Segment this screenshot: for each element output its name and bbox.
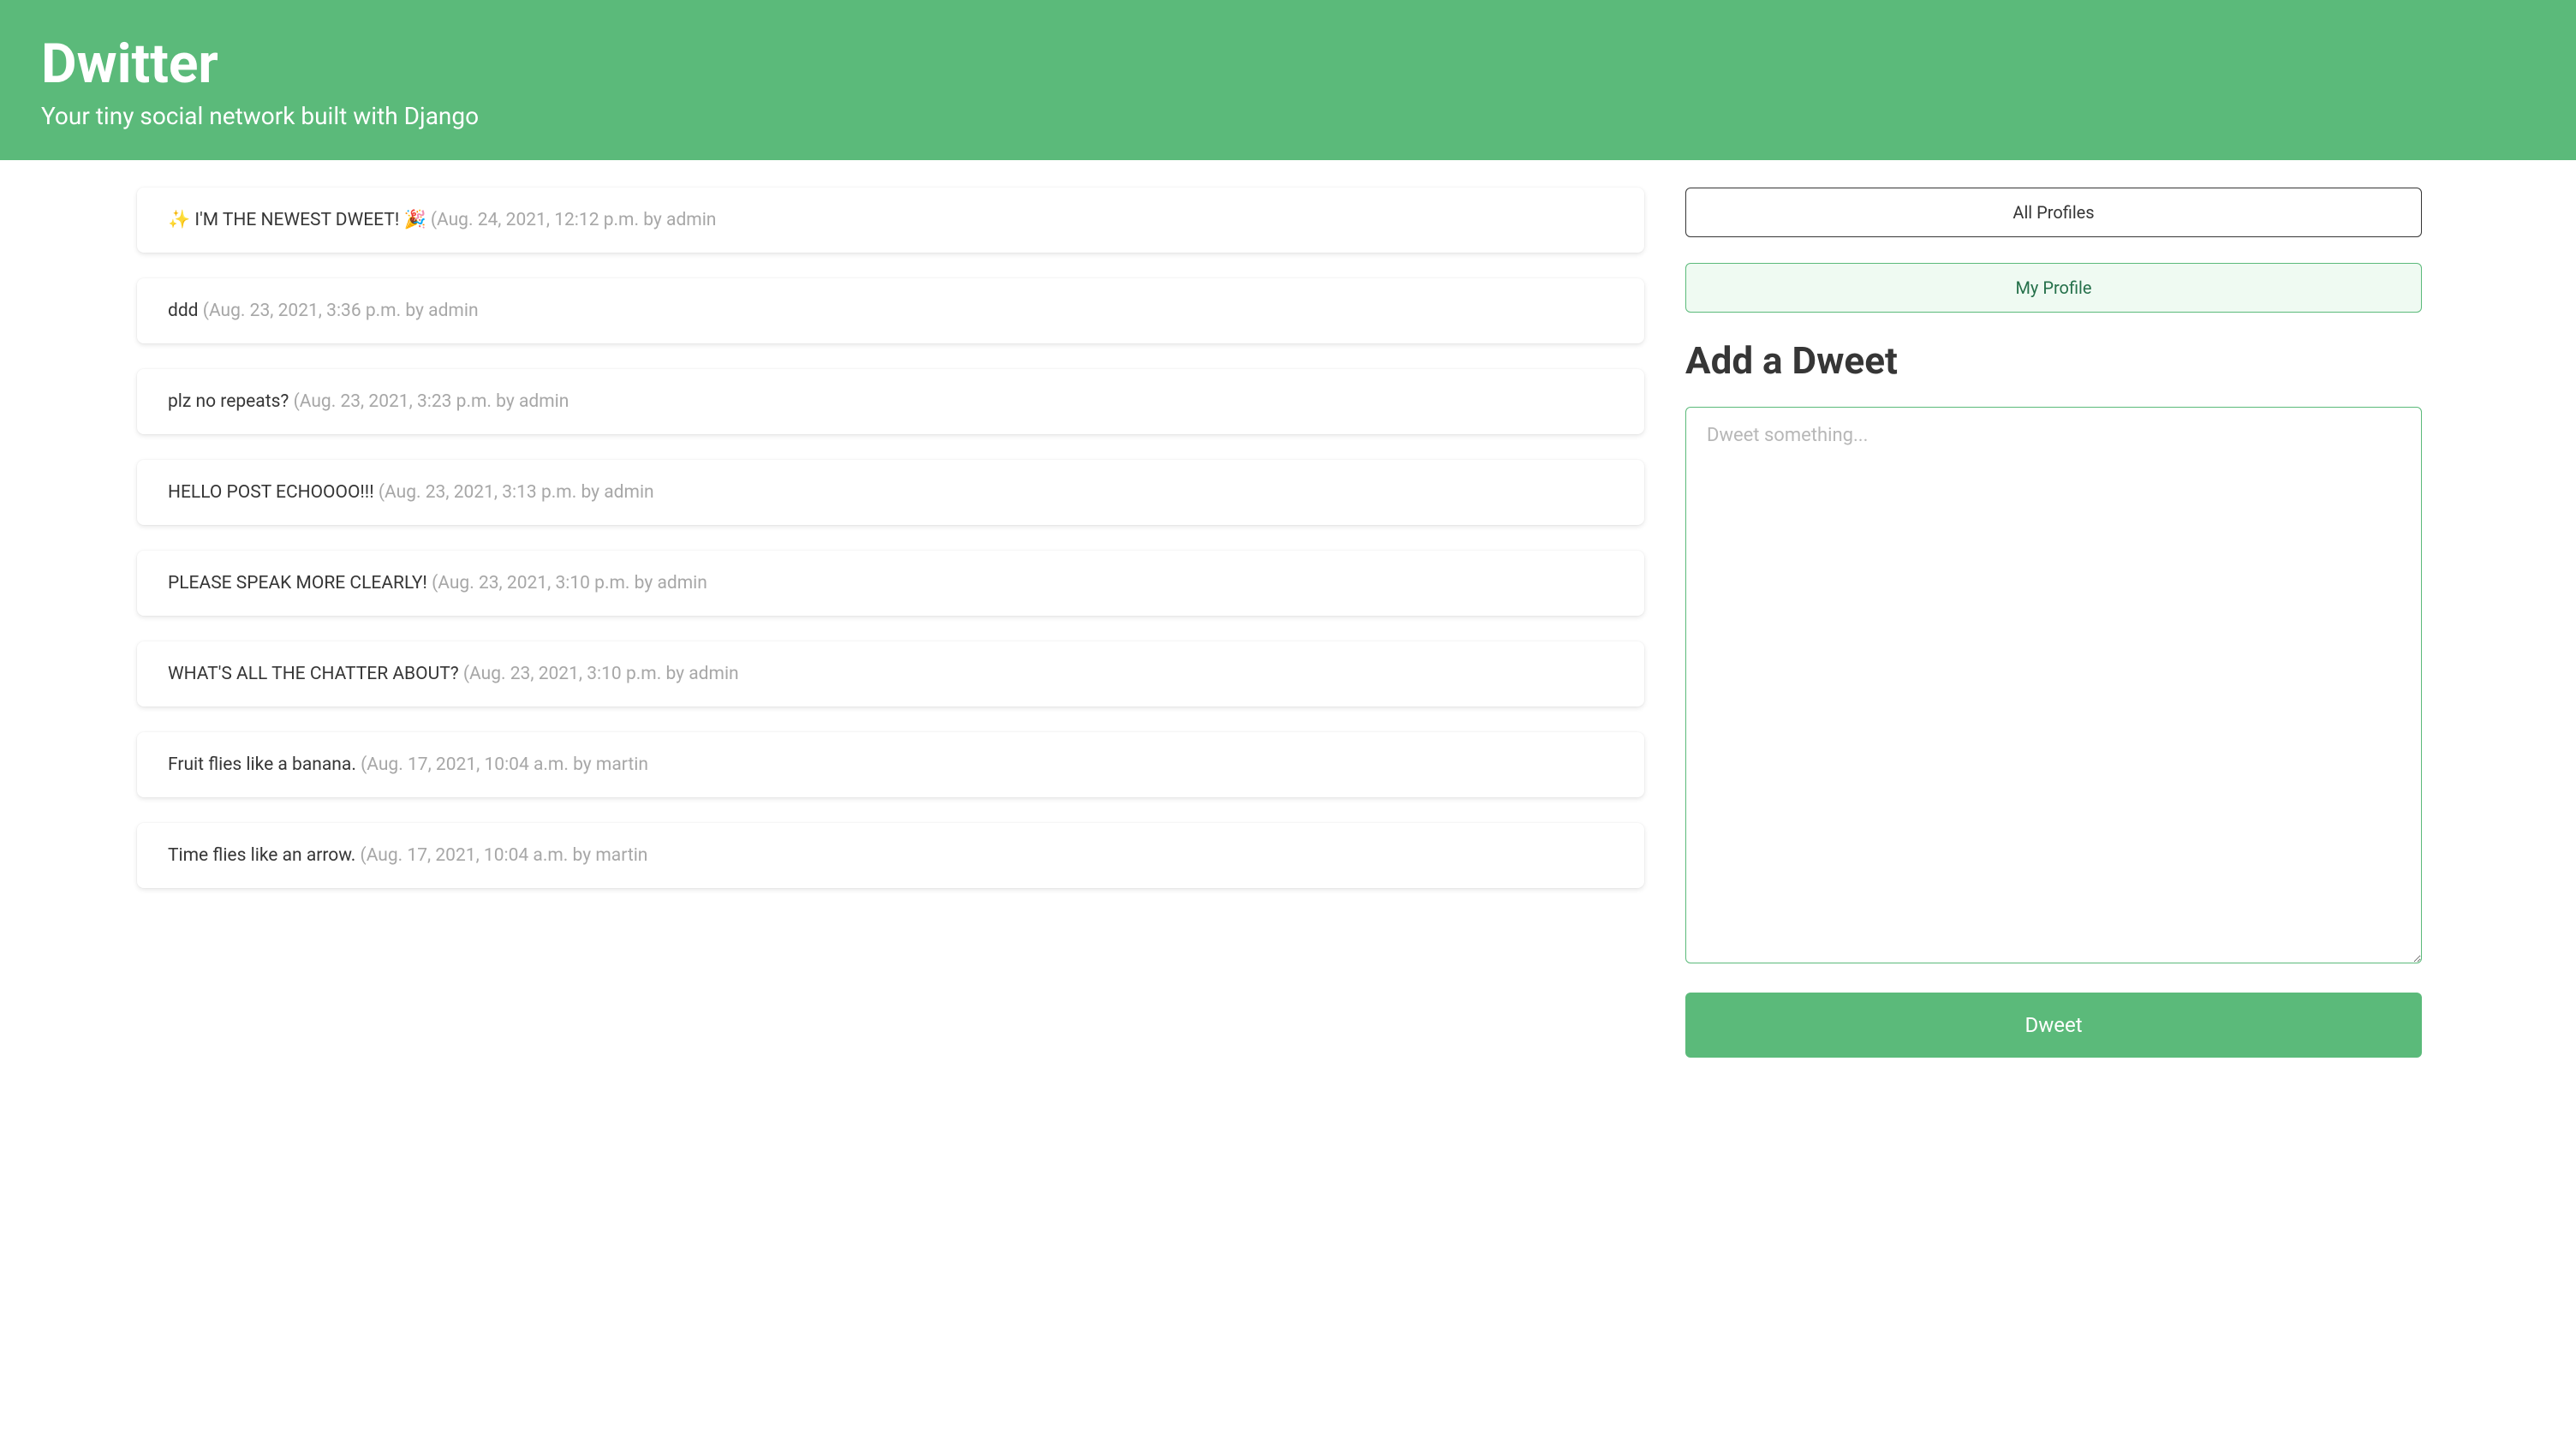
main-container: ✨ I'M THE NEWEST DWEET! 🎉 (Aug. 24, 2021… [0,160,2576,1085]
dweet-meta: (Aug. 17, 2021, 10:04 a.m. by martin [361,754,648,775]
dweet-card: plz no repeats? (Aug. 23, 2021, 3:23 p.m… [137,369,1644,434]
dweet-body: HELLO POST ECHOOOO!!! [168,482,379,503]
dweet-meta: (Aug. 17, 2021, 10:04 a.m. by martin [361,845,648,866]
dweet-card: HELLO POST ECHOOOO!!! (Aug. 23, 2021, 3:… [137,460,1644,525]
dweet-meta: (Aug. 23, 2021, 3:10 p.m. by admin [432,573,707,593]
dweet-body: ddd [168,301,203,321]
my-profile-button[interactable]: My Profile [1685,263,2422,313]
dweet-meta: (Aug. 23, 2021, 3:23 p.m. by admin [294,391,569,412]
dweet-card: ddd (Aug. 23, 2021, 3:36 p.m. by admin [137,278,1644,343]
dweet-body: Time flies like an arrow. [168,845,361,866]
dweet-card: PLEASE SPEAK MORE CLEARLY! (Aug. 23, 202… [137,551,1644,616]
dweet-feed: ✨ I'M THE NEWEST DWEET! 🎉 (Aug. 24, 2021… [137,188,1644,1058]
dweet-body: Fruit flies like a banana. [168,754,361,775]
dweet-meta: (Aug. 24, 2021, 12:12 p.m. by admin [431,210,717,230]
hero-banner: Dwitter Your tiny social network built w… [0,0,2576,160]
site-title: Dwitter [41,34,2535,94]
dweet-body: plz no repeats? [168,391,294,412]
site-subtitle: Your tiny social network built with Djan… [41,101,2535,132]
dweet-body: PLEASE SPEAK MORE CLEARLY! [168,573,432,593]
dweet-card: WHAT'S ALL THE CHATTER ABOUT? (Aug. 23, … [137,641,1644,707]
dweet-card: Time flies like an arrow. (Aug. 17, 2021… [137,823,1644,888]
all-profiles-button[interactable]: All Profiles [1685,188,2422,237]
dweet-submit-button[interactable]: Dweet [1685,993,2422,1058]
dweet-body: ✨ I'M THE NEWEST DWEET! 🎉 [168,210,431,230]
dweet-meta: (Aug. 23, 2021, 3:36 p.m. by admin [203,301,479,321]
dweet-body: WHAT'S ALL THE CHATTER ABOUT? [168,664,463,684]
dweet-card: Fruit flies like a banana. (Aug. 17, 202… [137,732,1644,797]
dweet-textarea[interactable] [1685,407,2422,963]
dweet-card: ✨ I'M THE NEWEST DWEET! 🎉 (Aug. 24, 2021… [137,188,1644,253]
dweet-meta: (Aug. 23, 2021, 3:13 p.m. by admin [379,482,654,503]
dweet-meta: (Aug. 23, 2021, 3:10 p.m. by admin [463,664,739,684]
compose-heading: Add a Dweet [1685,338,2422,383]
sidebar: All Profiles My Profile Add a Dweet Dwee… [1685,188,2422,1058]
